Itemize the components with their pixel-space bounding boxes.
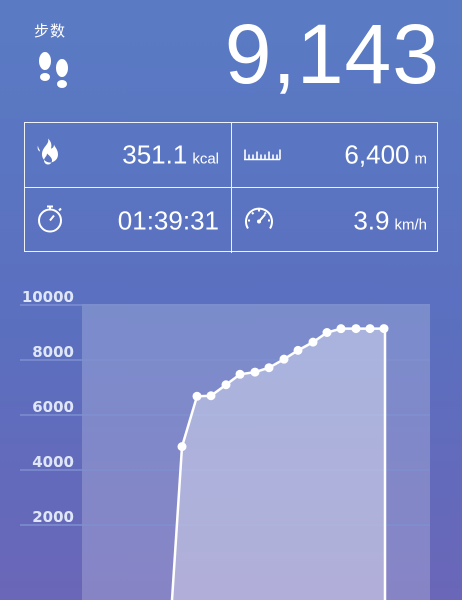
data-point [192, 391, 202, 401]
calories-cell: 351.1 kcal [25, 123, 232, 188]
calories-unit: kcal [192, 150, 219, 168]
y-tick-label: 8000 [32, 343, 74, 361]
duration-value: 01:39:31 [117, 205, 219, 235]
data-point [379, 324, 389, 334]
flame-icon [35, 138, 61, 173]
data-point [264, 363, 274, 373]
speed-cell: 3.9 km/h [232, 188, 439, 253]
speed-unit: km/h [394, 216, 427, 233]
data-point [322, 328, 332, 337]
data-point [279, 354, 289, 364]
steps-chart: 12000100008000600040002000 [20, 288, 430, 600]
data-point [336, 324, 346, 334]
speed-value: 3.9 [353, 205, 390, 235]
data-point [308, 337, 318, 347]
calories-value: 351.1 [122, 139, 188, 170]
duration-cell: 01:39:31 [25, 188, 232, 253]
y-tick-label: 10000 [22, 288, 74, 306]
stats-grid: 351.1 kcal 6,400 m 01:39:31 3.9 km/h [24, 122, 439, 253]
y-tick-label: 6000 [32, 398, 74, 416]
data-point [177, 442, 187, 452]
data-point [235, 369, 245, 379]
steps-label: 步数 [34, 23, 67, 40]
data-point [365, 324, 375, 334]
data-point [293, 345, 303, 355]
distance-cell: 6,400 m [232, 123, 439, 188]
ruler-icon [242, 143, 282, 168]
distance-unit: m [414, 150, 428, 168]
footprints-icon [34, 48, 74, 97]
data-point [221, 380, 231, 390]
data-point [351, 324, 361, 334]
y-tick-label: 4000 [32, 453, 74, 471]
distance-value: 6,400 [344, 139, 410, 170]
y-tick-label: 2000 [32, 508, 74, 526]
speedometer-icon [242, 203, 276, 238]
data-point [250, 367, 260, 377]
steps-count: 9,143 [224, 7, 440, 101]
stopwatch-icon [35, 203, 65, 238]
data-point [206, 391, 216, 401]
